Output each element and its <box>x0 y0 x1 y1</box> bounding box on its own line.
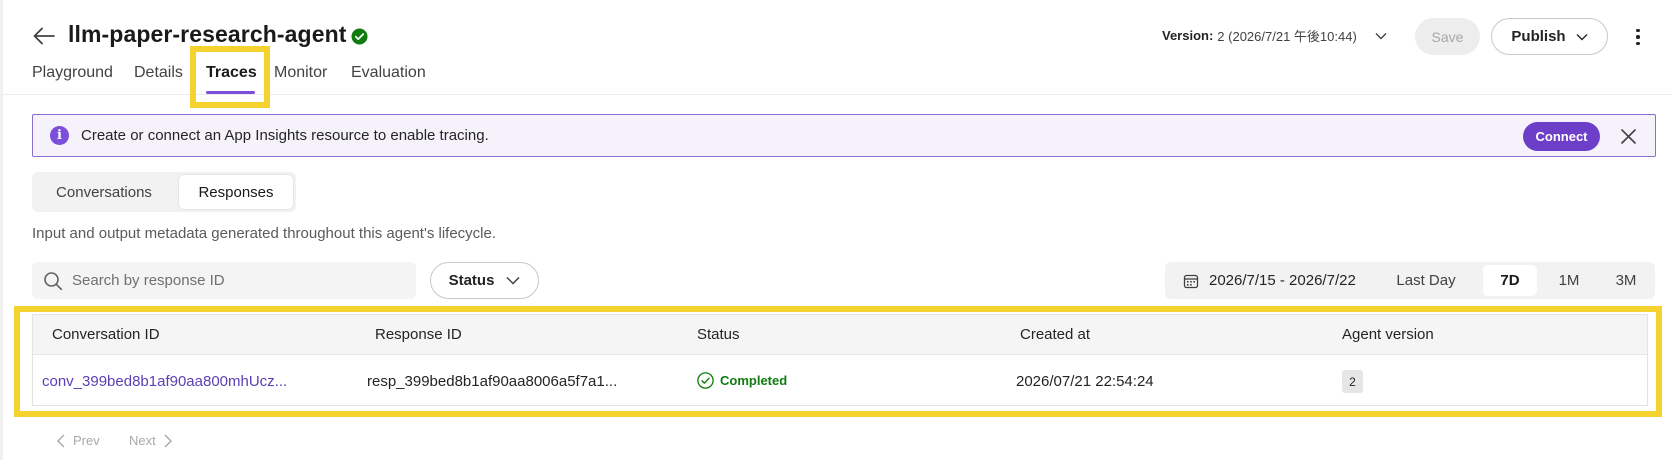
range-3m[interactable]: 3M <box>1599 265 1653 296</box>
prev-label: Prev <box>73 433 100 448</box>
arrow-left-icon <box>33 27 55 45</box>
page-title: llm-paper-research-agent <box>68 21 347 47</box>
publish-label: Publish <box>1511 28 1566 45</box>
status-filter-button[interactable]: Status <box>430 262 539 299</box>
publish-button[interactable]: Publish <box>1491 18 1608 55</box>
version-label: Version: <box>1162 28 1214 43</box>
version-select[interactable]: Version: 2 (2026/7/21 午後10:44) <box>1162 26 1387 45</box>
range-last-day[interactable]: Last Day <box>1387 265 1465 296</box>
search-icon <box>44 272 63 291</box>
connect-button[interactable]: Connect <box>1523 122 1600 151</box>
prev-page-button[interactable]: Prev <box>57 433 100 448</box>
chevron-down-icon <box>1375 32 1387 39</box>
verified-check-icon <box>351 28 368 45</box>
date-range-picker[interactable]: 2026/7/15 - 2026/7/22 <box>1183 262 1356 299</box>
conversations-toggle[interactable]: Conversations <box>35 175 173 209</box>
chevron-down-icon <box>506 276 520 285</box>
range-1m[interactable]: 1M <box>1542 265 1596 296</box>
dismiss-banner-button[interactable] <box>1616 124 1640 148</box>
tab-evaluation[interactable]: Evaluation <box>351 64 426 82</box>
more-dot <box>1636 28 1640 33</box>
section-description: Input and output metadata generated thro… <box>32 225 497 242</box>
left-edge-rule <box>0 0 3 460</box>
close-icon <box>1620 128 1636 144</box>
chevron-down-icon <box>1576 33 1588 40</box>
version-value: 2 (2026/7/21 午後10:44) <box>1217 29 1357 44</box>
chevron-right-icon <box>164 434 172 447</box>
table-highlight <box>14 306 1662 417</box>
back-button[interactable] <box>30 22 58 50</box>
chevron-left-icon <box>57 434 65 447</box>
more-dot <box>1636 35 1640 39</box>
info-icon: i <box>50 126 69 145</box>
search-box <box>32 262 416 299</box>
traces-tab-highlight <box>190 46 270 108</box>
status-filter-label: Status <box>448 272 495 289</box>
save-button[interactable]: Save <box>1415 18 1480 55</box>
tab-details[interactable]: Details <box>134 64 183 82</box>
next-page-button[interactable]: Next <box>129 433 172 448</box>
more-options-button[interactable] <box>1626 24 1650 50</box>
tab-playground[interactable]: Playground <box>32 64 113 82</box>
search-input[interactable] <box>72 262 402 299</box>
app-insights-banner: i Create or connect an App Insights reso… <box>32 114 1656 157</box>
date-range-text: 2026/7/15 - 2026/7/22 <box>1209 272 1356 289</box>
time-range-bar: 2026/7/15 - 2026/7/22 Last Day 7D 1M 3M <box>1165 262 1655 299</box>
next-label: Next <box>129 433 156 448</box>
view-toggle: Conversations Responses <box>32 172 296 212</box>
responses-toggle[interactable]: Responses <box>179 175 293 209</box>
more-dot <box>1636 41 1640 46</box>
tab-monitor[interactable]: Monitor <box>274 64 327 82</box>
calendar-icon <box>1183 274 1199 288</box>
banner-text: Create or connect an App Insights resour… <box>81 127 489 144</box>
range-7d[interactable]: 7D <box>1483 265 1537 296</box>
